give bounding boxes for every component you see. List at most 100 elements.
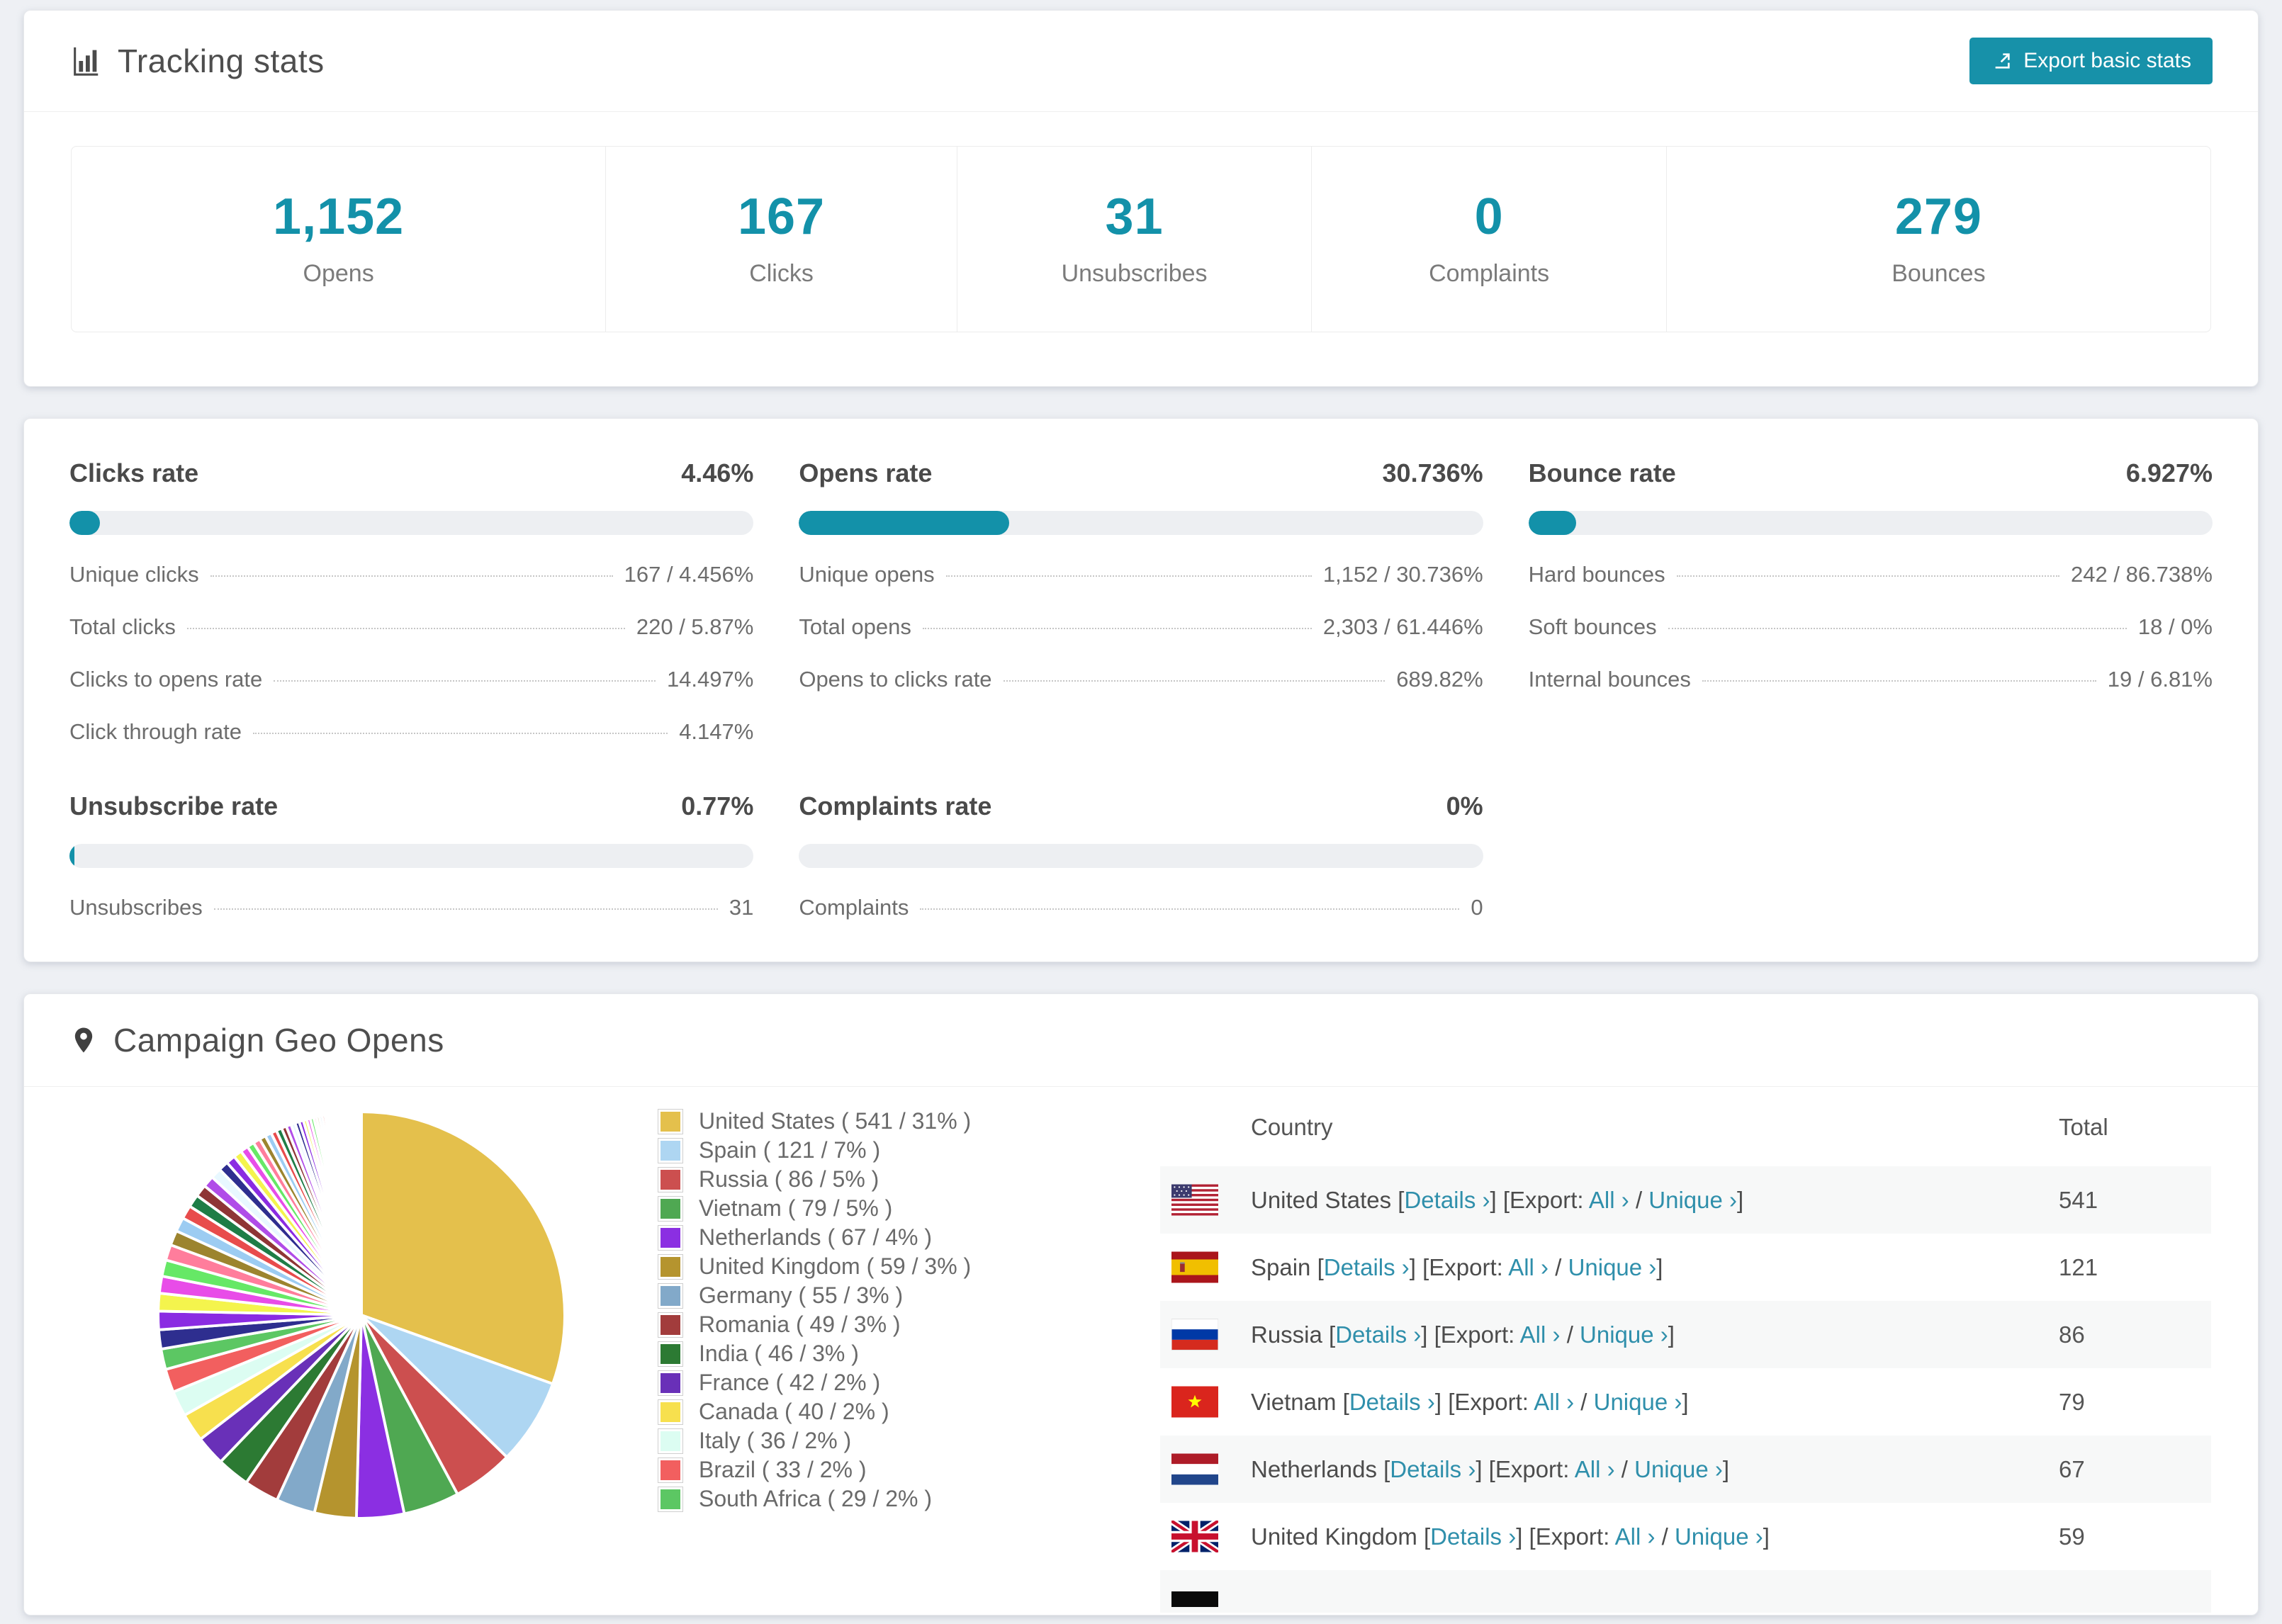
tracking-stats-header: Tracking stats Export basic stats xyxy=(24,11,2258,111)
legend-label: Romania ( 49 / 3% ) xyxy=(699,1312,901,1337)
rate-row: Unique opens 1,152 / 30.736% xyxy=(799,562,1483,587)
card-rates: Clicks rate 4.46% Unique clicks 167 / 4.4… xyxy=(23,418,2259,962)
details-link[interactable]: Details › xyxy=(1349,1389,1435,1415)
stat-cell-opens: 1,152 Opens xyxy=(72,147,605,332)
export-unique-link[interactable]: Unique › xyxy=(1580,1321,1668,1348)
export-unique-link[interactable]: Unique › xyxy=(1594,1389,1682,1415)
rate-row: Complaints 0 xyxy=(799,895,1483,920)
table-row: United States [Details ›] [Export: All ›… xyxy=(1160,1166,2211,1234)
legend-swatch xyxy=(658,1224,683,1251)
details-link[interactable]: Details › xyxy=(1390,1456,1476,1482)
legend-item[interactable]: Italy ( 36 / 2% ) xyxy=(658,1426,1160,1455)
table-row-partial xyxy=(1160,1570,2211,1613)
export-unique-link[interactable]: Unique › xyxy=(1634,1456,1723,1482)
unsubscribe-rate-bar xyxy=(69,844,754,868)
legend-swatch xyxy=(658,1253,683,1280)
details-link[interactable]: Details › xyxy=(1430,1523,1516,1550)
rate-row: Unique clicks 167 / 4.456% xyxy=(69,562,754,587)
legend-label: Brazil ( 33 / 2% ) xyxy=(699,1457,867,1482)
legend-swatch xyxy=(658,1108,683,1134)
stat-value: 31 xyxy=(1105,188,1164,245)
total-cell: 59 xyxy=(2059,1523,2085,1550)
legend-item[interactable]: Canada ( 40 / 2% ) xyxy=(658,1397,1160,1426)
export-all-link[interactable]: All › xyxy=(1589,1187,1629,1213)
rate-row: Click through rate 4.147% xyxy=(69,719,754,744)
legend-swatch xyxy=(658,1137,683,1163)
details-link[interactable]: Details › xyxy=(1324,1254,1410,1280)
legend-item[interactable]: United Kingdom ( 59 / 3% ) xyxy=(658,1252,1160,1281)
legend-swatch xyxy=(658,1486,683,1512)
legend-label: Spain ( 121 / 7% ) xyxy=(699,1137,881,1163)
rate-block-clicks: Clicks rate 4.46% Unique clicks 167 / 4.4… xyxy=(69,458,754,745)
legend-item[interactable]: Spain ( 121 / 7% ) xyxy=(658,1136,1160,1165)
table-row: Vietnam [Details ›] [Export: All › / Uni… xyxy=(1160,1368,2211,1436)
legend-swatch xyxy=(658,1370,683,1396)
legend-item[interactable]: Vietnam ( 79 / 5% ) xyxy=(658,1194,1160,1223)
export-unique-link[interactable]: Unique › xyxy=(1568,1254,1657,1280)
table-row: Netherlands [Details ›] [Export: All › /… xyxy=(1160,1436,2211,1503)
legend-item[interactable]: United States ( 541 / 31% ) xyxy=(658,1107,1160,1136)
export-all-link[interactable]: All › xyxy=(1534,1389,1574,1415)
table-row: Russia [Details ›] [Export: All › / Uniq… xyxy=(1160,1301,2211,1368)
export-all-link[interactable]: All › xyxy=(1520,1321,1561,1348)
legend-swatch xyxy=(658,1457,683,1483)
rate-block-opens: Opens rate 30.736% Unique opens 1,152 / 3… xyxy=(799,458,1483,745)
rate-value: 0% xyxy=(1446,791,1483,821)
legend-item[interactable]: Russia ( 86 / 5% ) xyxy=(658,1165,1160,1194)
geo-header: Campaign Geo Opens xyxy=(24,994,2258,1086)
stat-label: Clicks xyxy=(749,260,814,287)
export-basic-stats-button[interactable]: Export basic stats xyxy=(1969,38,2213,84)
stat-cell-complaints: 0 Complaints xyxy=(1311,147,1666,332)
legend-item[interactable]: South Africa ( 29 / 2% ) xyxy=(658,1484,1160,1513)
geo-table: Country Total United States [Details ›] … xyxy=(1160,1087,2211,1613)
geo-title: Campaign Geo Opens xyxy=(113,1022,444,1059)
table-header-country: Country xyxy=(1251,1114,1333,1140)
legend-label: Russia ( 86 / 5% ) xyxy=(699,1166,879,1192)
rate-block-bounce: Bounce rate 6.927% Hard bounces 242 / 86.… xyxy=(1528,458,2213,745)
rate-title: Opens rate xyxy=(799,458,933,487)
flag-united-kingdom-icon xyxy=(1171,1521,1218,1552)
legend-item[interactable]: Netherlands ( 67 / 4% ) xyxy=(658,1223,1160,1252)
stat-label: Bounces xyxy=(1892,260,1986,287)
table-row: Spain [Details ›] [Export: All › / Uniqu… xyxy=(1160,1234,2211,1301)
export-unique-link[interactable]: Unique › xyxy=(1648,1187,1737,1213)
legend-label: Vietnam ( 79 / 5% ) xyxy=(699,1195,893,1221)
details-link[interactable]: Details › xyxy=(1404,1187,1490,1213)
legend-swatch xyxy=(658,1341,683,1367)
stat-label: Complaints xyxy=(1429,260,1550,287)
legend-item[interactable]: France ( 42 / 2% ) xyxy=(658,1368,1160,1397)
total-cell: 79 xyxy=(2059,1388,2085,1415)
export-all-link[interactable]: All › xyxy=(1615,1523,1656,1550)
table-header-total: Total xyxy=(2059,1114,2108,1140)
export-unique-link[interactable]: Unique › xyxy=(1675,1523,1763,1550)
legend-item[interactable]: India ( 46 / 3% ) xyxy=(658,1339,1160,1368)
rate-row: Total opens 2,303 / 61.446% xyxy=(799,614,1483,639)
flag-germany-icon xyxy=(1171,1591,1218,1607)
legend-item[interactable]: Brazil ( 33 / 2% ) xyxy=(658,1455,1160,1484)
legend-item[interactable]: Romania ( 49 / 3% ) xyxy=(658,1310,1160,1339)
table-row: United Kingdom [Details ›] [Export: All … xyxy=(1160,1503,2211,1570)
rate-block-complaints: Complaints rate 0% Complaints 0 xyxy=(799,791,1483,920)
export-all-link[interactable]: All › xyxy=(1575,1456,1615,1482)
legend-label: United States ( 541 / 31% ) xyxy=(699,1108,972,1134)
flag-united-states-icon xyxy=(1171,1184,1218,1216)
geo-pie-chart[interactable] xyxy=(69,1087,658,1532)
details-link[interactable]: Details › xyxy=(1335,1321,1421,1348)
legend-label: India ( 46 / 3% ) xyxy=(699,1341,859,1366)
rate-title: Complaints rate xyxy=(799,791,992,821)
legend-item[interactable]: Germany ( 55 / 3% ) xyxy=(658,1281,1160,1310)
legend-swatch xyxy=(658,1428,683,1454)
export-all-link[interactable]: All › xyxy=(1508,1254,1548,1280)
bar-chart-icon xyxy=(69,45,102,77)
rate-row: Opens to clicks rate 689.82% xyxy=(799,667,1483,692)
legend-swatch xyxy=(658,1399,683,1425)
stat-value: 279 xyxy=(1894,188,1982,245)
legend-label: Netherlands ( 67 / 4% ) xyxy=(699,1224,933,1250)
legend-swatch xyxy=(658,1312,683,1338)
total-cell: 541 xyxy=(2059,1186,2098,1213)
rate-value: 30.736% xyxy=(1382,458,1483,487)
opens-rate-bar xyxy=(799,511,1483,535)
bounce-rate-bar xyxy=(1528,511,2213,535)
clicks-rate-bar xyxy=(69,511,754,535)
legend-swatch xyxy=(658,1195,683,1222)
